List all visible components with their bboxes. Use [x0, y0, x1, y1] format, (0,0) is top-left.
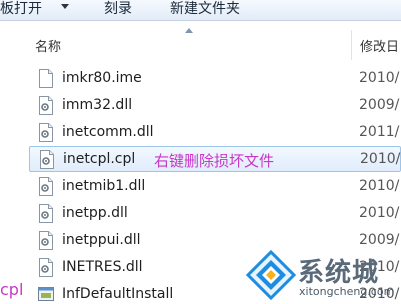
dll-file-icon: [39, 204, 53, 223]
dll-file-icon: [39, 123, 53, 142]
dll-file-icon: [39, 258, 53, 277]
file-date: 2010/: [360, 151, 401, 167]
file-date: 2010/: [359, 178, 400, 194]
column-name-header[interactable]: 名称: [35, 36, 61, 55]
column-separator[interactable]: [351, 30, 352, 60]
command-toolbar: 板打开 刻录 新建文件夹: [0, 0, 401, 21]
navigation-pane: cpl: [0, 21, 29, 304]
file-name: imm32.dll: [62, 97, 133, 113]
file-name: imkr80.ime: [62, 70, 142, 86]
burn-button-label: 刻录: [104, 1, 132, 17]
file-row[interactable]: inetpp.dll 2010/: [29, 201, 401, 227]
file-row[interactable]: inetcomm.dll 2011/: [29, 120, 401, 146]
file-name: INETRES.dll: [62, 259, 143, 275]
diamond-logo-icon: [246, 250, 296, 300]
open-button[interactable]: 板打开: [0, 0, 42, 21]
file-name: inetcpl.cpl: [63, 151, 136, 167]
file-name: inetpp.dll: [62, 205, 128, 221]
dll-file-icon: [39, 177, 53, 196]
column-date-header[interactable]: 修改日: [360, 36, 399, 55]
file-row[interactable]: imkr80.ime 2010/: [29, 66, 401, 92]
file-date: 2010/: [359, 70, 400, 86]
exe-file-icon: [38, 287, 54, 301]
file-row[interactable]: inetmib1.dll 2010/: [29, 174, 401, 200]
file-date: 2009/: [359, 97, 400, 113]
open-button-label: 板打开: [0, 1, 42, 17]
file-name: InfDefaultInstall: [62, 286, 174, 302]
file-row-selected[interactable]: inetcpl.cpl 右键删除损坏文件 2010/: [29, 146, 401, 172]
generic-file-icon: [39, 69, 53, 88]
navigation-partial-text: cpl: [0, 280, 24, 299]
burn-button[interactable]: 刻录: [104, 0, 132, 21]
column-header: 名称 修改日: [29, 28, 401, 62]
file-date: 2010/: [359, 205, 400, 221]
delete-instruction-annotation: 右键删除损坏文件: [154, 152, 275, 170]
new-folder-button-label: 新建文件夹: [170, 1, 240, 17]
dll-file-icon: [39, 231, 53, 250]
file-name: inetmib1.dll: [62, 178, 146, 194]
file-name: inetcomm.dll: [62, 124, 154, 140]
file-date: 2011/: [359, 124, 400, 140]
sort-ascending-icon: [185, 28, 193, 33]
open-dropdown-arrow-icon[interactable]: [61, 4, 69, 9]
new-folder-button[interactable]: 新建文件夹: [170, 0, 240, 21]
file-name: inetppui.dll: [62, 232, 141, 248]
watermark-url: xitongcheng.com: [299, 285, 395, 298]
site-watermark: 系统城 xitongcheng.com: [244, 246, 401, 304]
dll-file-icon: [40, 150, 54, 169]
dll-file-icon: [39, 96, 53, 115]
watermark-brand: 系统城: [298, 258, 380, 288]
file-row[interactable]: imm32.dll 2009/: [29, 93, 401, 119]
